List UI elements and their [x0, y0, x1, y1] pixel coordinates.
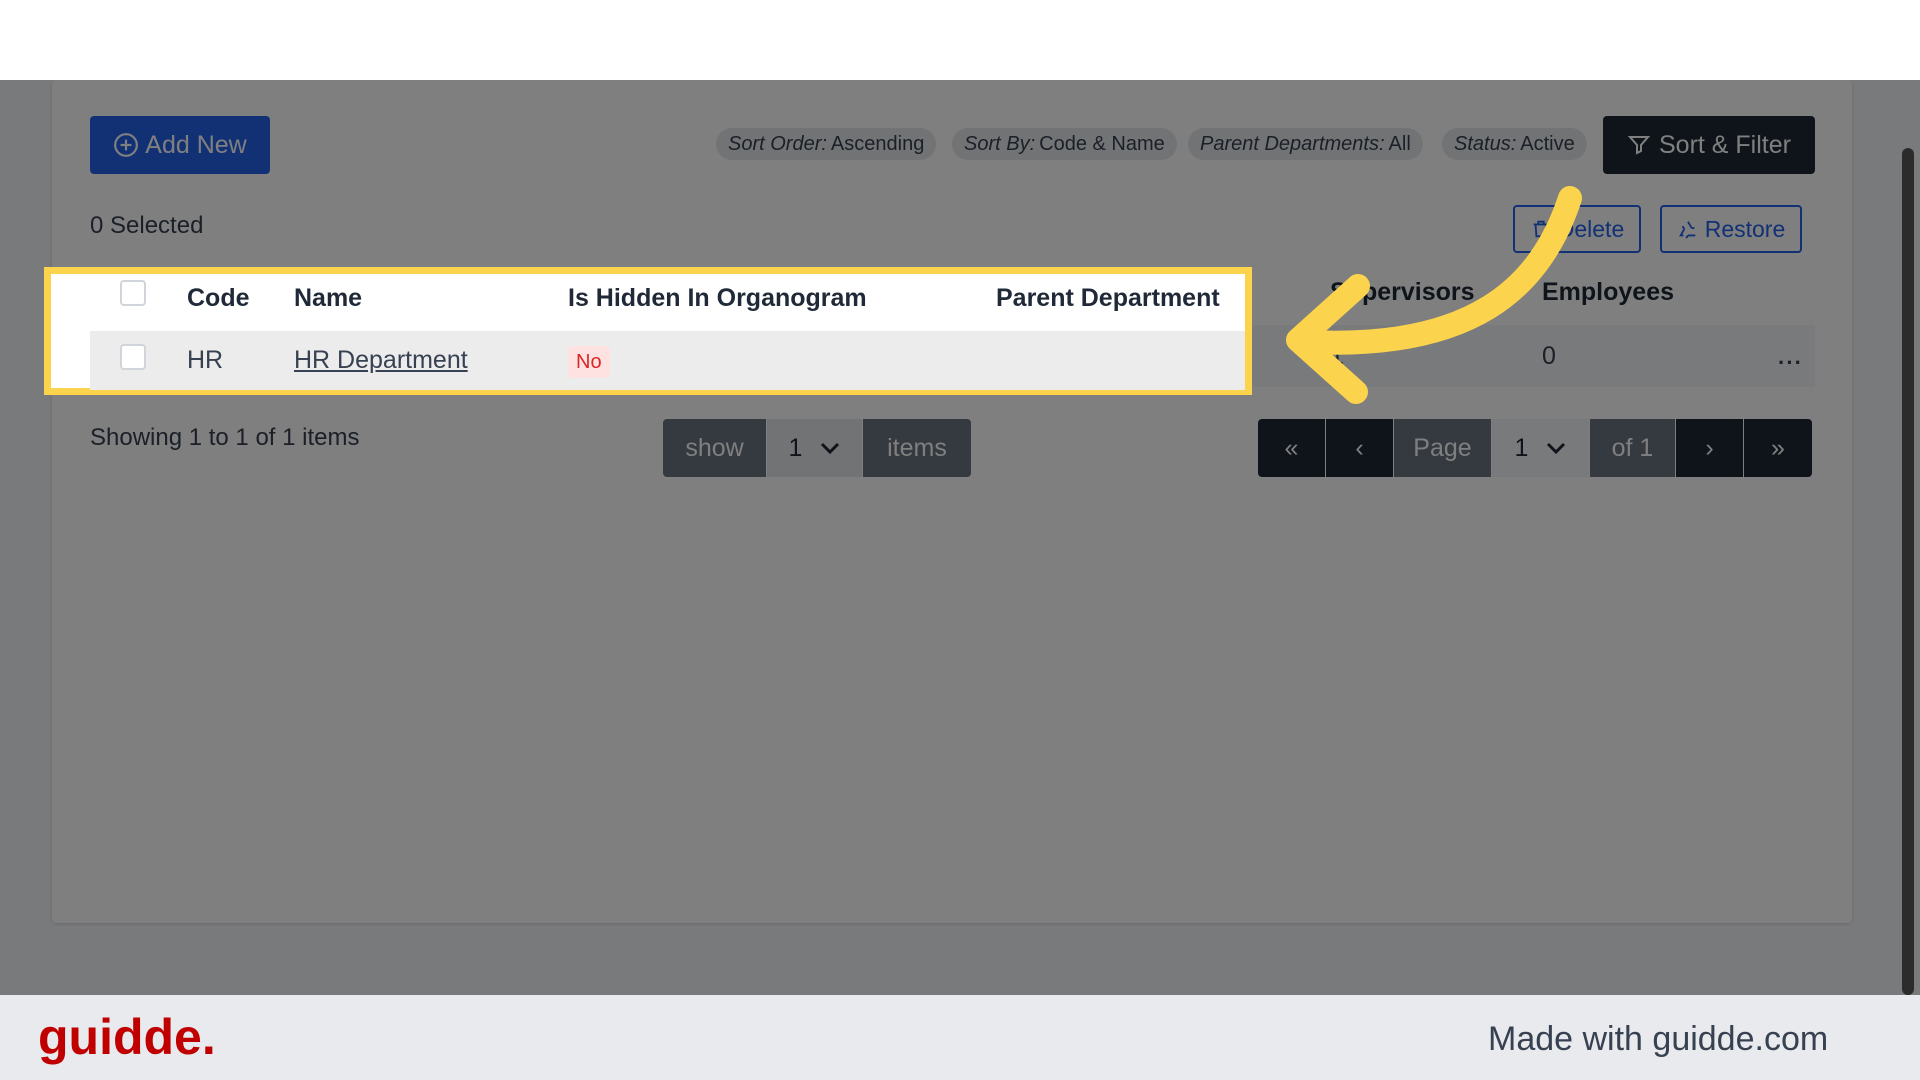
chevron-right-icon: ›	[1705, 433, 1714, 462]
page-size-value: 1	[788, 433, 803, 462]
of-pages-label: of 1	[1590, 419, 1676, 477]
hidden-status-badge-highlight: No	[568, 346, 610, 378]
double-chevron-left-icon: «	[1284, 433, 1299, 462]
select-all-checkbox-highlight[interactable]	[120, 280, 146, 306]
plus-circle-icon	[114, 133, 139, 157]
next-page-button[interactable]: ›	[1676, 419, 1744, 477]
chevron-down-icon	[1547, 442, 1566, 455]
pagination-control: « ‹ Page 1 of 1 › »	[1258, 419, 1812, 477]
page-size-control: show 1 items	[663, 419, 971, 477]
chip-sort-by: Sort By: Code & Name	[952, 128, 1177, 160]
chip-status: Status: Active	[1442, 128, 1587, 160]
header-name-highlight[interactable]: Name	[294, 284, 362, 313]
chip-value: Ascending	[830, 132, 925, 155]
prev-page-button[interactable]: ‹	[1326, 419, 1394, 477]
items-label: items	[863, 419, 971, 477]
restore-button[interactable]: Restore	[1660, 205, 1802, 253]
chip-parent-departments: Parent Departments: All	[1188, 128, 1423, 160]
show-label: show	[663, 419, 767, 477]
cell-name-link-highlight[interactable]: HR Department	[294, 346, 468, 375]
cell-code-highlight: HR	[187, 346, 224, 374]
more-options-icon[interactable]: ···	[1778, 350, 1803, 376]
app-area: Add New Sort Order: Ascending Sort By: Cod…	[0, 80, 1920, 995]
row-checkbox-highlight[interactable]	[120, 344, 146, 370]
chip-sort-order: Sort Order: Ascending	[716, 128, 937, 160]
showing-text: Showing 1 to 1 of 1 items	[90, 424, 360, 451]
chip-key: Status:	[1454, 132, 1517, 155]
sort-filter-button[interactable]: Sort & Filter	[1603, 116, 1815, 174]
app-background: Add New Sort Order: Ascending Sort By: Cod…	[0, 80, 1920, 995]
chevron-down-icon	[821, 442, 840, 455]
add-new-button[interactable]: Add New	[90, 116, 270, 174]
top-margin	[0, 0, 1920, 80]
page-size-select[interactable]: 1	[767, 419, 863, 477]
header-parent-department-highlight[interactable]: Parent Department	[996, 284, 1220, 313]
last-page-button[interactable]: »	[1744, 419, 1812, 477]
page-label: Page	[1394, 419, 1492, 477]
selected-count: 0 Selected	[90, 212, 204, 239]
vertical-scrollbar[interactable]	[1902, 148, 1914, 995]
first-page-button[interactable]: «	[1258, 419, 1326, 477]
made-with-text: Made with guidde.com	[1488, 1020, 1829, 1058]
page-value: 1	[1514, 433, 1529, 462]
chevron-left-icon: ‹	[1355, 433, 1364, 462]
filter-icon	[1627, 136, 1651, 155]
page-select[interactable]: 1	[1492, 419, 1590, 477]
chip-key: Sort Order:	[728, 132, 827, 155]
recycle-icon	[1678, 221, 1696, 239]
highlight-box: Code Name Is Hidden In Organogram Parent…	[44, 267, 1252, 395]
highlight-content: Code Name Is Hidden In Organogram Parent…	[51, 274, 1245, 390]
arrow-annotation-icon	[1286, 186, 1582, 404]
add-new-label: Add New	[145, 130, 247, 159]
restore-label: Restore	[1704, 215, 1786, 242]
double-chevron-right-icon: »	[1771, 433, 1785, 462]
table-row-highlight	[90, 331, 1245, 390]
sort-filter-label: Sort & Filter	[1659, 130, 1791, 159]
chip-value: Code & Name	[1039, 132, 1165, 155]
chip-value: Active	[1520, 132, 1575, 155]
chip-key: Parent Departments:	[1200, 132, 1385, 155]
header-code-highlight[interactable]: Code	[187, 284, 250, 313]
chip-value: All	[1388, 132, 1411, 155]
chip-key: Sort By:	[964, 132, 1036, 155]
guidde-logo: guidde.	[38, 1009, 216, 1065]
header-is-hidden-highlight[interactable]: Is Hidden In Organogram	[568, 284, 867, 313]
